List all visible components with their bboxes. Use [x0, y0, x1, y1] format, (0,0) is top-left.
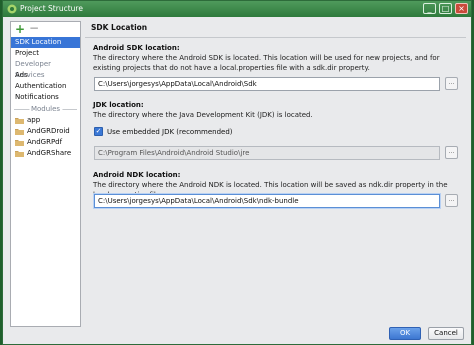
module-item-app[interactable]: app — [11, 115, 80, 126]
ok-button[interactable]: OK — [389, 327, 421, 340]
module-label: AndGRShare — [27, 149, 72, 157]
section-title: SDK Location — [91, 23, 148, 32]
left-pane-toolbar: + − — [11, 22, 80, 37]
sidebar-item-authentication[interactable]: Authentication — [11, 81, 80, 92]
project-structure-dialog: Project Structure _ □ × + − SDK Location… — [2, 0, 472, 345]
title-bar: Project Structure _ □ × — [3, 1, 471, 17]
android-ndk-path-field[interactable]: C:\Users\jorgesys\AppData\Local\Android\… — [94, 194, 440, 208]
module-label: app — [27, 116, 41, 124]
add-module-button[interactable]: + — [14, 23, 26, 35]
sdk-location-panel: SDK Location Android SDK location: The d… — [85, 21, 466, 327]
sidebar-item-project[interactable]: Project — [11, 48, 80, 59]
window-title: Project Structure — [20, 4, 83, 13]
jdk-description: The directory where the Java Development… — [93, 111, 313, 119]
modules-divider: Modules — [11, 104, 80, 115]
jdk-path-field[interactable]: C:\Program Files\Android\Android Studio\… — [94, 146, 440, 160]
android-sdk-description: The directory where the Android SDK is l… — [93, 54, 440, 72]
folder-icon — [15, 140, 24, 146]
module-label: AndGRPdf — [27, 138, 63, 146]
maximize-button[interactable]: □ — [439, 3, 452, 14]
dialog-footer: OK Cancel — [3, 325, 471, 344]
sidebar-item-sdk-location[interactable]: SDK Location — [11, 37, 80, 48]
use-embedded-jdk-label: Use embedded JDK (recommended) — [107, 127, 233, 136]
android-ndk-title: Android NDK location: — [93, 171, 181, 179]
cancel-button[interactable]: Cancel — [428, 327, 464, 340]
folder-icon — [15, 129, 24, 135]
sidebar-item-notifications[interactable]: Notifications — [11, 92, 80, 103]
android-sdk-title: Android SDK location: — [93, 44, 180, 52]
jdk-title: JDK location: — [93, 101, 144, 109]
folder-icon — [15, 118, 24, 124]
sidebar-item-ads[interactable]: Ads — [11, 70, 80, 81]
module-item-andgrdroid[interactable]: AndGRDroid — [11, 126, 80, 137]
remove-module-button[interactable]: − — [28, 22, 40, 35]
folder-icon — [15, 151, 24, 157]
section-divider — [85, 37, 466, 38]
android-studio-icon — [7, 4, 17, 14]
minimize-button[interactable]: _ — [423, 3, 436, 14]
jdk-browse-button[interactable]: ... — [445, 146, 458, 159]
module-item-andgrpdf[interactable]: AndGRPdf — [11, 137, 80, 148]
use-embedded-jdk-checkbox-row[interactable]: ✓ Use embedded JDK (recommended) — [94, 127, 233, 136]
close-button[interactable]: × — [455, 3, 468, 14]
android-sdk-path-field[interactable]: C:\Users\jorgesys\AppData\Local\Android\… — [94, 77, 440, 91]
modules-label: Modules — [28, 104, 63, 115]
left-navigation-pane: + − SDK Location Project Developer Servi… — [10, 21, 81, 327]
module-label: AndGRDroid — [27, 127, 70, 135]
use-embedded-jdk-checkbox[interactable]: ✓ — [94, 127, 103, 136]
android-ndk-browse-button[interactable]: ... — [445, 194, 458, 207]
developer-services-header: Developer Services — [15, 60, 52, 79]
android-sdk-browse-button[interactable]: ... — [445, 77, 458, 90]
module-item-andgrshare[interactable]: AndGRShare — [11, 148, 80, 159]
